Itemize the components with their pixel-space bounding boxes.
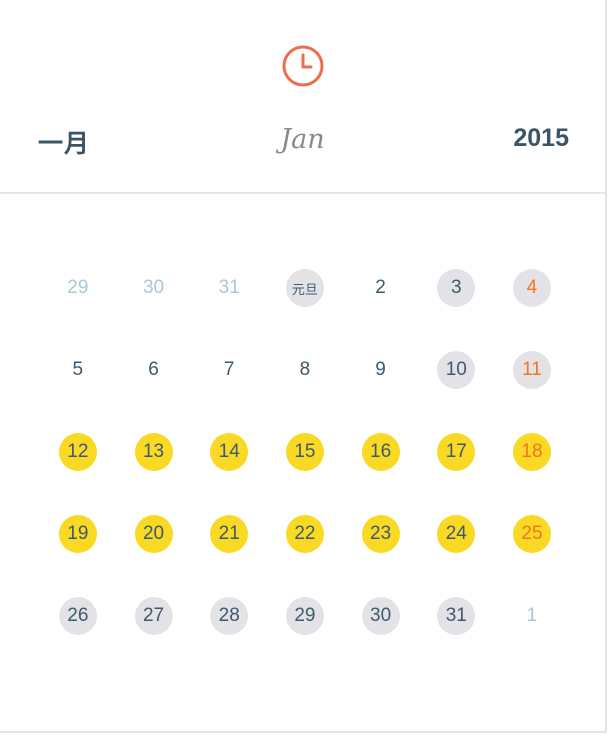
day-number: 14 (210, 433, 249, 471)
day-number: 30 (142, 277, 165, 298)
day-number: 7 (223, 359, 235, 380)
day-cell[interactable]: 28 (191, 578, 267, 654)
day-number: 27 (134, 597, 173, 635)
day-cell[interactable]: 31 (418, 578, 494, 654)
day-number: 25 (512, 515, 551, 553)
day-cell[interactable]: 16 (343, 414, 419, 490)
day-number: 10 (437, 351, 476, 389)
day-number: 21 (210, 515, 249, 553)
day-cell[interactable]: 7 (191, 332, 267, 408)
day-number: 29 (67, 277, 89, 298)
day-number: 6 (148, 359, 159, 380)
day-number: 9 (375, 359, 386, 380)
day-cell[interactable]: 13 (116, 414, 192, 490)
year-label: 2015 (513, 124, 569, 152)
day-number: 26 (58, 597, 97, 635)
day-cell[interactable]: 8 (267, 332, 343, 408)
day-cell[interactable]: 29 (40, 250, 116, 326)
day-number: 8 (299, 359, 311, 380)
day-number: 31 (437, 597, 476, 635)
day-cell[interactable]: 12 (40, 414, 116, 490)
day-cell[interactable]: 20 (116, 496, 192, 572)
day-cell[interactable]: 5 (40, 332, 116, 408)
day-cell[interactable]: 2 (343, 250, 419, 326)
day-cell[interactable]: 4 (494, 250, 570, 326)
day-number: 5 (72, 359, 84, 380)
day-number: 16 (361, 433, 400, 471)
day-cell[interactable]: 6 (116, 332, 192, 408)
day-number: 20 (134, 515, 173, 553)
calendar-header: 一月 Jan 2015 (0, 0, 605, 194)
day-number: 17 (437, 433, 476, 471)
day-cell[interactable]: 1 (494, 578, 570, 654)
day-cell[interactable]: 10 (418, 332, 494, 408)
day-number: 28 (210, 597, 249, 635)
day-cell[interactable]: 30 (343, 578, 419, 654)
day-cell[interactable]: 25 (494, 496, 570, 572)
day-number: 2 (375, 277, 386, 298)
day-number: 30 (361, 597, 400, 635)
clock-icon[interactable] (281, 44, 325, 88)
day-number: 19 (58, 515, 97, 553)
day-number: 23 (361, 515, 400, 553)
day-number: 31 (218, 277, 240, 298)
day-number: 4 (512, 269, 551, 307)
day-cell[interactable]: 21 (191, 496, 267, 572)
day-cell[interactable]: 26 (40, 578, 116, 654)
day-number: 1 (526, 605, 538, 626)
day-number: 12 (58, 433, 97, 471)
day-cell[interactable]: 15 (267, 414, 343, 490)
day-cell[interactable]: 22 (267, 496, 343, 572)
day-cell[interactable]: 11 (494, 332, 570, 408)
day-number: 3 (437, 269, 476, 307)
day-number: 24 (437, 515, 476, 553)
day-cell[interactable]: 19 (40, 496, 116, 572)
day-number: 18 (512, 433, 551, 471)
day-cell[interactable]: 9 (343, 332, 419, 408)
day-number: 15 (285, 433, 324, 471)
calendar-card: 一月 Jan 2015 29 30 31 元旦 2 3 4 5 6 7 8 9 10 11 12 13 14 15… (0, 0, 607, 733)
day-number: 22 (285, 515, 324, 553)
day-cell[interactable]: 14 (191, 414, 267, 490)
day-number: 29 (285, 597, 324, 635)
day-cell[interactable]: 31 (191, 250, 267, 326)
day-cell[interactable]: 元旦 (267, 250, 343, 326)
day-cell[interactable]: 23 (343, 496, 419, 572)
day-number: 11 (512, 351, 551, 389)
day-cell[interactable]: 30 (116, 250, 192, 326)
day-cell[interactable]: 29 (267, 578, 343, 654)
day-cell[interactable]: 27 (116, 578, 192, 654)
day-grid: 29 30 31 元旦 2 3 4 5 6 7 8 9 10 11 12 13 14 15 16 17 18 19 20 21… (40, 250, 570, 660)
day-cell[interactable]: 24 (418, 496, 494, 572)
day-cell[interactable]: 18 (494, 414, 570, 490)
day-cell[interactable]: 3 (418, 250, 494, 326)
day-cell[interactable]: 17 (418, 414, 494, 490)
day-number: 13 (134, 433, 173, 471)
holiday-day: 元旦 (285, 269, 324, 307)
